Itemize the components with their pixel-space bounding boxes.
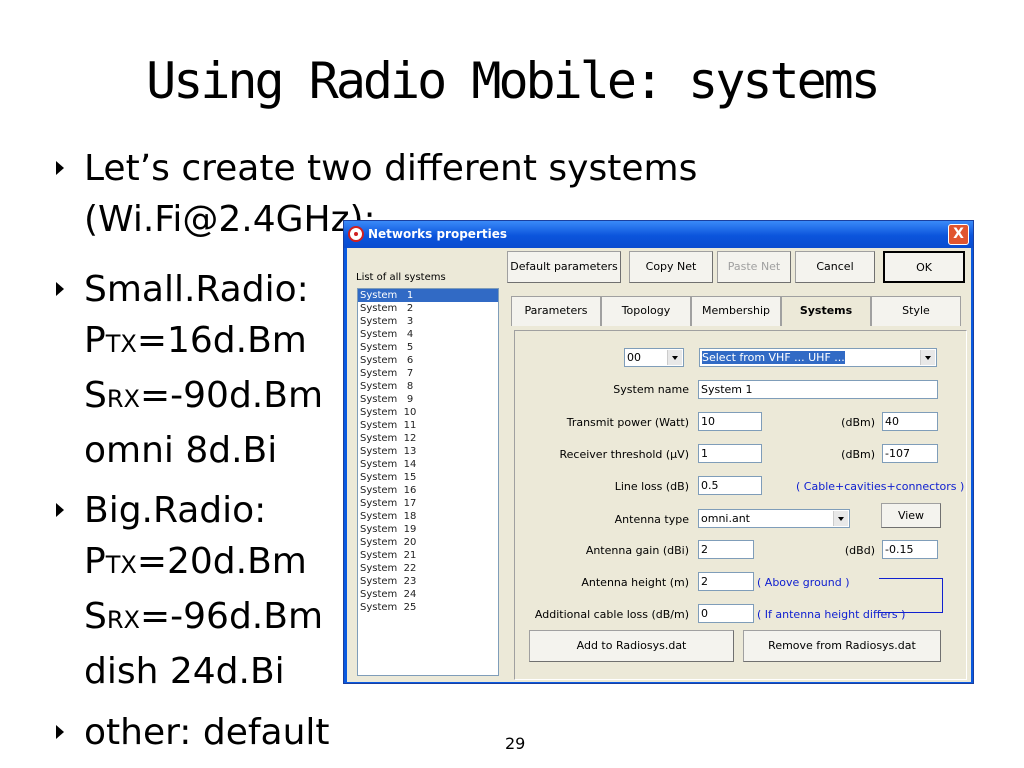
bullet-line: other: default xyxy=(84,712,330,753)
srx-line: SRX=-90d.Bm xyxy=(84,375,324,416)
bullet-triangle-icon xyxy=(56,161,64,175)
tab-topology[interactable]: Topology xyxy=(601,296,691,326)
networks-properties-dialog: Networks properties X List of all system… xyxy=(343,220,974,684)
systems-list-item[interactable]: System 6 xyxy=(358,354,498,367)
systems-list-item[interactable]: System 15 xyxy=(358,471,498,484)
antenna-height-note: ( Above ground ) xyxy=(757,576,850,589)
radio-mobile-app-icon xyxy=(348,226,364,242)
default-parameters-button[interactable]: Default parameters xyxy=(507,251,621,283)
chevron-down-icon xyxy=(667,350,682,365)
systems-list-item[interactable]: System 11 xyxy=(358,419,498,432)
tab-systems[interactable]: Systems xyxy=(781,296,871,326)
dialog-titlebar[interactable]: Networks properties X xyxy=(344,221,973,248)
transmit-power-label: Transmit power (Watt) xyxy=(566,416,689,429)
bracket-connector xyxy=(879,578,943,613)
ptx-line: PTX=16d.Bm xyxy=(84,320,307,361)
systems-list-item[interactable]: System 4 xyxy=(358,328,498,341)
cable-loss-input[interactable]: 0 xyxy=(698,604,754,623)
line-loss-input[interactable]: 0.5 xyxy=(698,476,762,495)
systems-list-item[interactable]: System 5 xyxy=(358,341,498,354)
antenna-gain-label: Antenna gain (dBi) xyxy=(585,544,689,557)
bullet-line: Big.Radio: xyxy=(84,490,267,531)
dbm-label: (dBm) xyxy=(841,448,875,461)
cable-loss-label: Additional cable loss (dB/m) xyxy=(534,608,689,621)
system-index-combo[interactable]: 00 xyxy=(624,348,684,367)
antenna-height-label: Antenna height (m) xyxy=(581,576,689,589)
transmit-power-dbm-input[interactable]: 40 xyxy=(882,412,938,431)
systems-list-item[interactable]: System 9 xyxy=(358,393,498,406)
systems-list-item[interactable]: System 19 xyxy=(358,523,498,536)
systems-list-item[interactable]: System 13 xyxy=(358,445,498,458)
slide-title: Using Radio Mobile: systems xyxy=(146,52,881,110)
bullet-line: Let’s create two different systems xyxy=(84,148,698,189)
dialog-title: Networks properties xyxy=(368,227,507,241)
systems-list-item[interactable]: System 14 xyxy=(358,458,498,471)
systems-list-item[interactable]: System 20 xyxy=(358,536,498,549)
antenna-gain-input[interactable]: 2 xyxy=(698,540,754,559)
bullet-triangle-icon xyxy=(56,725,64,739)
line-loss-label: Line loss (dB) xyxy=(614,480,689,493)
systems-list-item[interactable]: System 7 xyxy=(358,367,498,380)
cancel-button[interactable]: Cancel xyxy=(795,251,875,283)
systems-list-item[interactable]: System 21 xyxy=(358,549,498,562)
system-name-input[interactable]: System 1 xyxy=(698,380,938,399)
paste-net-button[interactable]: Paste Net xyxy=(717,251,791,283)
chevron-down-icon xyxy=(920,350,935,365)
antenna-height-input[interactable]: 2 xyxy=(698,572,754,591)
antenna-gain-dbd-input[interactable]: -0.15 xyxy=(882,540,938,559)
systems-list-item[interactable]: System 8 xyxy=(358,380,498,393)
dbm-label: (dBm) xyxy=(841,416,875,429)
ok-button[interactable]: OK xyxy=(883,251,965,283)
page-number: 29 xyxy=(505,734,526,753)
systems-listbox[interactable]: System 1 System 2 System 3 System 4 System 5… xyxy=(357,288,499,676)
dbd-label: (dBd) xyxy=(844,544,875,557)
antenna-line: omni 8d.Bi xyxy=(84,430,278,471)
chevron-down-icon xyxy=(833,511,848,526)
close-button[interactable]: X xyxy=(948,224,969,245)
receiver-threshold-dbm-input[interactable]: -107 xyxy=(882,444,938,463)
systems-list-item[interactable]: System 17 xyxy=(358,497,498,510)
systems-list-item[interactable]: System 3 xyxy=(358,315,498,328)
systems-list-label: List of all systems xyxy=(356,272,446,283)
systems-list-item[interactable]: System 1 xyxy=(358,289,498,302)
receiver-threshold-uv-input[interactable]: 1 xyxy=(698,444,762,463)
systems-list-item[interactable]: System 22 xyxy=(358,562,498,575)
bullet-small-radio: Small.Radio: PTX=16d.Bm SRX=-90d.Bm omni… xyxy=(56,264,324,476)
remove-from-radiosys-button[interactable]: Remove from Radiosys.dat xyxy=(743,630,941,662)
antenna-type-label: Antenna type xyxy=(614,513,689,526)
systems-list-item[interactable]: System 10 xyxy=(358,406,498,419)
tab-parameters[interactable]: Parameters xyxy=(511,296,601,326)
antenna-line: dish 24d.Bi xyxy=(84,651,285,692)
bullet-line: Small.Radio: xyxy=(84,269,309,310)
systems-list-item[interactable]: System 24 xyxy=(358,588,498,601)
tab-style[interactable]: Style xyxy=(871,296,961,326)
systems-list-item[interactable]: System 25 xyxy=(358,601,498,614)
bullet-big-radio: Big.Radio: PTX=20d.Bm SRX=-96d.Bm dish 2… xyxy=(56,485,324,697)
bullet-triangle-icon xyxy=(56,282,64,296)
bullet-triangle-icon xyxy=(56,503,64,517)
preset-combo[interactable]: Select from VHF ... UHF ... xyxy=(699,348,937,367)
systems-list-item[interactable]: System 16 xyxy=(358,484,498,497)
add-to-radiosys-button[interactable]: Add to Radiosys.dat xyxy=(529,630,734,662)
antenna-type-combo[interactable]: omni.ant xyxy=(698,509,850,528)
receiver-threshold-label: Receiver threshold (µV) xyxy=(559,448,690,461)
srx-line: SRX=-96d.Bm xyxy=(84,596,324,637)
system-name-label: System name xyxy=(613,383,689,396)
ptx-line: PTX=20d.Bm xyxy=(84,541,307,582)
line-loss-note: ( Cable+cavities+connectors ) xyxy=(796,480,965,493)
view-button[interactable]: View xyxy=(881,503,941,528)
dialog-client: List of all systems System 1 System 2 Syst… xyxy=(347,248,971,682)
transmit-power-watt-input[interactable]: 10 xyxy=(698,412,762,431)
systems-list-item[interactable]: System 2 xyxy=(358,302,498,315)
tab-membership[interactable]: Membership xyxy=(691,296,781,326)
copy-net-button[interactable]: Copy Net xyxy=(629,251,713,283)
systems-list-item[interactable]: System 12 xyxy=(358,432,498,445)
systems-list-item[interactable]: System 23 xyxy=(358,575,498,588)
systems-list-item[interactable]: System 18 xyxy=(358,510,498,523)
bullet-other: other: default xyxy=(56,707,330,758)
